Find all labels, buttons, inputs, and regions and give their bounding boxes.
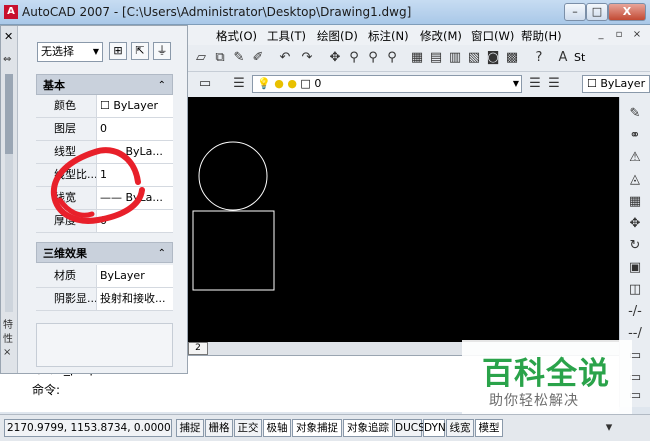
watermark-brand: 百科全说: [482, 356, 610, 392]
watermark: 百科全说 助你轻松解决: [462, 340, 632, 414]
watermark-slogan: 助你轻松解决: [489, 393, 579, 409]
